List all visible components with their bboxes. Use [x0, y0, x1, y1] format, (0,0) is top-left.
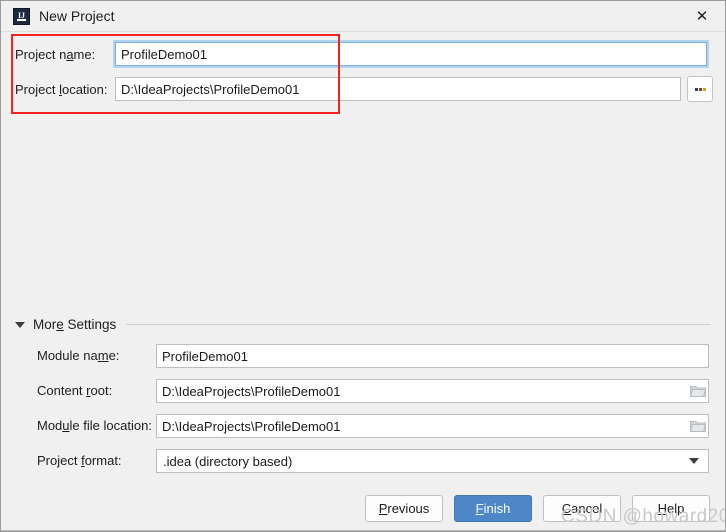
- content-root-label: Content root:: [37, 383, 113, 398]
- project-format-value: .idea (directory based): [163, 453, 293, 469]
- finish-button[interactable]: Finish: [454, 495, 532, 522]
- browse-folder-button[interactable]: [687, 76, 713, 102]
- module-name-input[interactable]: [156, 344, 709, 368]
- more-settings-label: More Settings: [33, 317, 117, 332]
- project-name-input[interactable]: [115, 42, 707, 66]
- chevron-down-icon: [15, 321, 25, 328]
- module-file-location-input[interactable]: [156, 414, 709, 438]
- help-button[interactable]: Help: [632, 495, 710, 522]
- window-title: New Project: [39, 8, 115, 24]
- more-settings-toggle[interactable]: More Settings: [15, 317, 713, 332]
- previous-button[interactable]: Previous: [365, 495, 443, 522]
- project-name-label: Project name:: [15, 47, 96, 62]
- project-location-input[interactable]: [115, 77, 681, 101]
- module-name-label: Module name:: [37, 348, 120, 363]
- ellipsis-icon: [694, 87, 706, 91]
- intellij-idea-icon: IJ: [13, 8, 30, 25]
- project-location-label: Project location:: [15, 82, 108, 97]
- module-file-location-label: Module file location:: [37, 418, 152, 433]
- dialog-bottom-edge: [1, 530, 725, 531]
- new-project-dialog: IJ New Project ✕ Project name: Project l…: [0, 0, 726, 532]
- close-icon[interactable]: ✕: [683, 4, 721, 29]
- chevron-down-icon: [689, 458, 699, 464]
- project-format-select[interactable]: .idea (directory based): [156, 449, 709, 473]
- content-root-input[interactable]: [156, 379, 709, 403]
- section-separator: [126, 324, 711, 325]
- title-bar: IJ New Project ✕: [1, 1, 725, 32]
- project-format-label: Project format:: [37, 453, 122, 468]
- cancel-button[interactable]: Cancel: [543, 495, 621, 522]
